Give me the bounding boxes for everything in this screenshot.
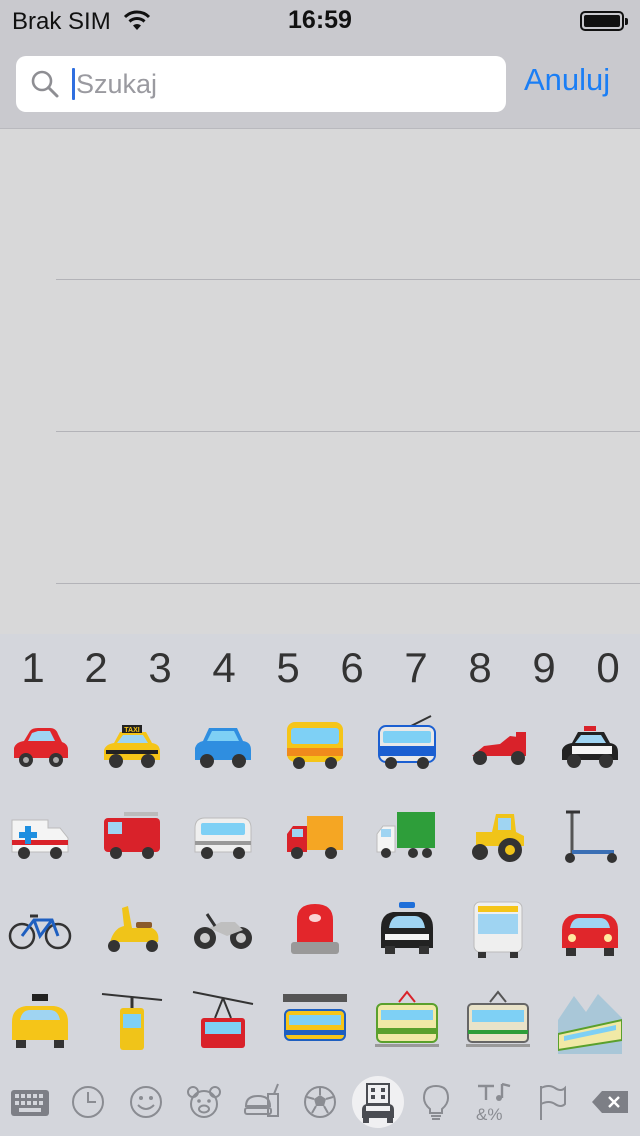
backspace-icon[interactable] <box>588 1080 632 1124</box>
digit-key[interactable]: 0 <box>583 644 633 692</box>
tractor-emoji[interactable] <box>466 806 530 870</box>
kick-scooter-emoji[interactable] <box>558 806 622 870</box>
digit-key[interactable]: 7 <box>391 644 441 692</box>
oncoming-police-car-emoji[interactable] <box>375 898 439 962</box>
digit-key[interactable]: 3 <box>135 644 185 692</box>
emoji-category-bar: &% <box>0 1074 640 1136</box>
cancel-button[interactable]: Anuluj <box>524 62 610 98</box>
taxi-emoji[interactable]: TAXI <box>100 714 164 778</box>
digit-key[interactable]: 6 <box>327 644 377 692</box>
fire-engine-emoji[interactable] <box>100 806 164 870</box>
battery-icon <box>580 11 628 31</box>
row-separator <box>56 279 640 280</box>
clock-time: 16:59 <box>288 6 352 34</box>
oncoming-automobile-emoji[interactable] <box>558 898 622 962</box>
ambulance-emoji[interactable] <box>8 806 72 870</box>
minibus-emoji[interactable] <box>191 806 255 870</box>
delivery-truck-emoji[interactable] <box>283 806 347 870</box>
svg-text:TAXI: TAXI <box>124 727 139 734</box>
bicycle-emoji[interactable] <box>8 898 72 962</box>
food-icon[interactable] <box>240 1080 284 1124</box>
smiley-icon[interactable] <box>124 1080 168 1124</box>
blue-car-emoji[interactable] <box>191 714 255 778</box>
trolleybus-emoji[interactable] <box>375 714 439 778</box>
number-row: 1 2 3 4 5 6 7 8 9 0 <box>0 634 640 704</box>
recent-clock-icon[interactable] <box>66 1080 110 1124</box>
digit-key[interactable]: 4 <box>199 644 249 692</box>
bus-emoji[interactable] <box>283 714 347 778</box>
mountain-railway-emoji[interactable] <box>558 990 622 1054</box>
articulated-lorry-emoji[interactable] <box>375 806 439 870</box>
emoji-grid: TAXI <box>0 704 640 1074</box>
search-results-list <box>0 129 640 634</box>
digit-key[interactable]: 5 <box>263 644 313 692</box>
search-icon <box>30 69 60 104</box>
digit-key[interactable]: 1 <box>8 644 58 692</box>
row-separator <box>56 583 640 584</box>
travel-building-car-icon[interactable] <box>352 1076 404 1128</box>
motorcycle-emoji[interactable] <box>191 898 255 962</box>
status-bar: Brak SIM 16:59 <box>0 0 640 40</box>
police-light-emoji[interactable] <box>283 898 347 962</box>
digit-key[interactable]: 2 <box>71 644 121 692</box>
svg-text:&%: &% <box>476 1105 502 1124</box>
suspension-railway-emoji[interactable] <box>283 990 347 1054</box>
motor-scooter-emoji[interactable] <box>100 898 164 962</box>
emoji-keyboard: 1 2 3 4 5 6 7 8 9 0 TAXI &% <box>0 634 640 1136</box>
aerial-tramway-emoji[interactable] <box>100 990 164 1054</box>
flag-icon[interactable] <box>530 1080 574 1124</box>
search-input[interactable] <box>76 56 486 112</box>
tram-car-emoji[interactable] <box>375 990 439 1054</box>
search-bar: Anuluj <box>0 40 640 129</box>
police-car-emoji[interactable] <box>558 714 622 778</box>
digit-key[interactable]: 8 <box>455 644 505 692</box>
lightbulb-icon[interactable] <box>414 1080 458 1124</box>
oncoming-bus-emoji[interactable] <box>466 898 530 962</box>
bear-icon[interactable] <box>182 1080 226 1124</box>
row-separator <box>56 431 640 432</box>
racing-car-emoji[interactable] <box>466 714 530 778</box>
keyboard-icon[interactable] <box>8 1080 52 1124</box>
soccer-ball-icon[interactable] <box>298 1080 342 1124</box>
search-field[interactable] <box>16 56 506 112</box>
digit-key[interactable]: 9 <box>519 644 569 692</box>
railway-car-emoji[interactable] <box>466 990 530 1054</box>
mountain-cableway-emoji[interactable] <box>191 990 255 1054</box>
symbols-icon[interactable]: &% <box>472 1080 516 1124</box>
oncoming-taxi-emoji[interactable] <box>8 990 72 1054</box>
text-caret <box>72 68 75 100</box>
automobile-emoji[interactable] <box>8 714 72 778</box>
